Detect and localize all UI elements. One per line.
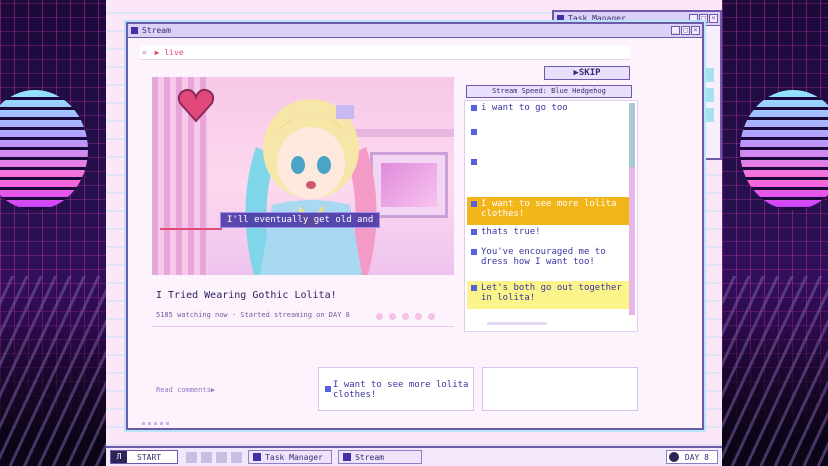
chat-message[interactable] xyxy=(467,125,629,155)
skip-button[interactable]: ▶SKIP xyxy=(544,66,630,80)
day-indicator: DAY 8 xyxy=(665,450,718,464)
bird-icon[interactable] xyxy=(186,451,198,463)
stream-titlebar[interactable]: Stream _ □ × xyxy=(128,24,702,38)
chat-icon[interactable] xyxy=(201,451,213,463)
cables-graphic xyxy=(722,276,828,466)
read-comments-link[interactable]: Read comments▶ xyxy=(156,386,215,394)
chat-message-highlighted[interactable]: Let's both go out together in lolita! xyxy=(467,281,629,309)
stream-title: Stream xyxy=(142,26,171,35)
minimize-button[interactable]: _ xyxy=(671,26,680,35)
background-right xyxy=(722,0,828,466)
background-left xyxy=(0,0,106,466)
stream-speed-label[interactable]: Stream Speed: Blue Hedgehog xyxy=(466,85,632,98)
chat-bullet-icon xyxy=(325,386,331,392)
chat-bullet-icon xyxy=(471,105,477,111)
sunset-graphic xyxy=(740,90,828,210)
logo-icon: Л xyxy=(111,451,127,463)
comment-option[interactable]: I want to see more lolita clothes! xyxy=(318,367,474,411)
chat-message[interactable]: You've encouraged me to dress how I want… xyxy=(467,245,629,281)
taskbar-item-stream[interactable]: Stream xyxy=(338,450,423,464)
chat-bullet-icon xyxy=(471,201,477,207)
window-icon xyxy=(557,15,564,22)
close-button[interactable]: × xyxy=(691,26,700,35)
moon-icon xyxy=(668,452,679,462)
window-icon[interactable] xyxy=(231,451,243,463)
chat-bullet-icon xyxy=(471,285,477,291)
folder-icon[interactable] xyxy=(216,451,228,463)
streamer-avatar xyxy=(245,99,377,275)
chat-message[interactable] xyxy=(467,155,629,197)
chat-bullet-icon xyxy=(471,159,477,165)
chat-bullet-icon xyxy=(471,249,477,255)
video-subtitle: I'll eventually get old and xyxy=(220,212,381,228)
chat-footer xyxy=(471,319,631,329)
resize-handle[interactable] xyxy=(142,422,169,425)
chat-bullet-icon xyxy=(471,229,477,235)
address-bar: ≡ ▶ live xyxy=(140,46,630,60)
chat-message[interactable]: i want to go too xyxy=(467,101,629,125)
close-button[interactable]: × xyxy=(709,14,718,23)
window-icon xyxy=(131,27,138,34)
divider xyxy=(152,326,454,327)
window-icon xyxy=(343,453,352,461)
address-text: live xyxy=(164,48,184,57)
chat-bullet-icon xyxy=(471,129,477,135)
chat-message-highlighted[interactable]: I want to see more lolita clothes! xyxy=(467,197,629,225)
heart-icon xyxy=(177,88,215,123)
menu-icon: ≡ xyxy=(142,48,147,57)
chat-scrollbar[interactable] xyxy=(629,103,635,315)
stream-title-text: I Tried Wearing Gothic Lolita! xyxy=(156,290,337,301)
stream-meta: 5185 watching now - Started streaming on… xyxy=(156,311,350,319)
chat-panel: i want to go too I want to see more loli… xyxy=(464,100,638,332)
comment-option[interactable] xyxy=(482,367,638,411)
reaction-dots xyxy=(376,313,435,320)
window-icon xyxy=(253,453,262,461)
play-icon: ▶ xyxy=(154,48,160,57)
chat-message[interactable]: thats true! xyxy=(467,225,629,245)
chat-list: i want to go too I want to see more loli… xyxy=(467,101,629,317)
start-button[interactable]: Л START xyxy=(110,450,179,464)
stream-video[interactable]: I'll eventually get old and xyxy=(152,77,454,275)
video-progress-bar xyxy=(160,228,222,230)
stream-window[interactable]: Stream _ □ × ≡ ▶ live I'll eventually ge… xyxy=(126,22,704,430)
taskbar: Л START Task Manager Stream DAY 8 xyxy=(106,446,722,466)
maximize-button[interactable]: □ xyxy=(681,26,690,35)
taskbar-item-task-manager[interactable]: Task Manager xyxy=(248,450,333,464)
task-manager-bars xyxy=(704,68,714,128)
sunset-graphic xyxy=(0,90,88,210)
cables-graphic xyxy=(0,276,106,466)
